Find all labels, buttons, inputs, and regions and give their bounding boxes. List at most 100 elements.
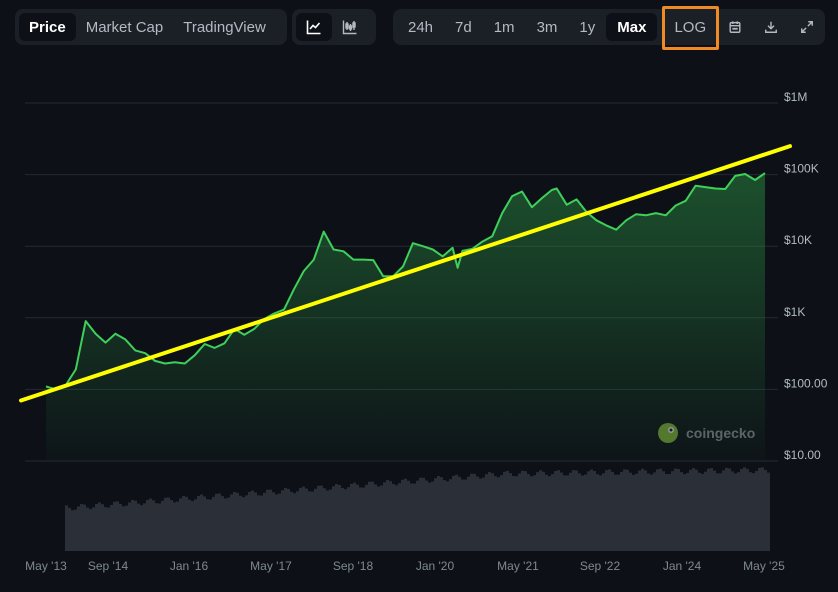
range-1y[interactable]: 1y <box>568 13 606 41</box>
y-axis-labels: $1M $100K $10K $1K $100.00 $10.00 <box>784 90 828 462</box>
volume-bar <box>368 481 371 551</box>
volume-bar <box>671 471 674 551</box>
volume-bar <box>371 481 374 551</box>
y-tick-label: $10K <box>784 233 812 247</box>
volume-bar <box>107 507 110 551</box>
volume-bar <box>650 474 653 551</box>
price-line <box>45 172 766 391</box>
volume-bar <box>680 472 683 551</box>
volume-bar <box>584 474 587 551</box>
volume-bar <box>215 493 218 551</box>
x-tick-label: Jan '20 <box>416 559 455 573</box>
volume-bar <box>467 476 470 551</box>
volume-bar <box>377 486 380 551</box>
volume-bar <box>392 484 395 551</box>
y-tick-label: $100.00 <box>784 376 828 390</box>
volume-bar <box>533 475 536 551</box>
volume-bar <box>290 491 293 551</box>
range-7d[interactable]: 7d <box>444 13 483 41</box>
volume-bar <box>617 474 620 551</box>
volume-bar <box>389 481 392 551</box>
volume-bar <box>455 474 458 551</box>
volume-bar <box>440 477 443 551</box>
volume-bar <box>590 469 593 551</box>
volume-bar <box>515 476 518 551</box>
volume-bar <box>581 475 584 551</box>
volume-bar <box>65 505 68 551</box>
volume-bar <box>254 492 257 551</box>
volume-bar <box>125 505 128 551</box>
x-tick-label: Sep '14 <box>88 559 129 573</box>
volume-bar <box>296 491 299 551</box>
volume-bar <box>485 474 488 551</box>
range-3m[interactable]: 3m <box>526 13 569 41</box>
volume-bar <box>83 504 86 551</box>
volume-bar <box>422 477 425 551</box>
volume-bar <box>578 473 581 551</box>
tab-tradingview[interactable]: TradingView <box>173 13 276 41</box>
volume-bar <box>143 503 146 551</box>
volume-bar <box>197 495 200 551</box>
range-toolbar: 24h 7d 1m 3m 1y Max LOG <box>393 9 825 45</box>
volume-bar <box>98 502 101 551</box>
volume-bar <box>593 471 596 551</box>
volume-bar <box>437 476 440 551</box>
volume-bar <box>629 472 632 551</box>
range-1m[interactable]: 1m <box>483 13 526 41</box>
calendar-icon[interactable] <box>717 13 753 41</box>
volume-bar <box>245 495 248 551</box>
tab-market-cap[interactable]: Market Cap <box>76 13 174 41</box>
volume-bar <box>686 472 689 551</box>
volume-bar <box>293 493 296 551</box>
volume-bar <box>92 507 95 551</box>
volume-bar <box>560 472 563 551</box>
tab-price[interactable]: Price <box>19 13 76 41</box>
volume-bar <box>359 487 362 551</box>
volume-bar <box>692 468 695 551</box>
volume-bar <box>182 495 185 551</box>
volume-bar <box>251 490 254 551</box>
volume-bar <box>203 496 206 551</box>
x-tick-label: Sep '22 <box>580 559 621 573</box>
volume-bar <box>338 485 341 551</box>
volume-bar <box>746 469 749 551</box>
volume-bar <box>458 476 461 551</box>
volume-bar <box>659 468 662 551</box>
volume-bar <box>635 473 638 551</box>
fullscreen-icon[interactable] <box>789 13 825 41</box>
volume-bar <box>527 474 530 551</box>
volume-bar <box>278 493 281 551</box>
volume-bar <box>89 509 92 551</box>
range-24h[interactable]: 24h <box>397 13 444 41</box>
volume-bar <box>602 473 605 551</box>
volume-bar <box>734 473 737 551</box>
volume-bar <box>260 495 263 551</box>
volume-bar <box>194 499 197 551</box>
volume-bar <box>398 483 401 551</box>
volume-bar <box>494 476 497 551</box>
volume-bar <box>224 498 227 551</box>
volume-bar <box>491 473 494 551</box>
x-tick-label: Jan '24 <box>663 559 702 573</box>
view-tabs: Price Market Cap TradingView <box>15 9 287 45</box>
range-max[interactable]: Max <box>606 13 658 41</box>
volume-bar <box>308 491 311 551</box>
volume-bar <box>275 494 278 551</box>
volume-bar <box>587 471 590 551</box>
volume-bar <box>350 483 353 551</box>
volume-bar <box>653 472 656 551</box>
y-tick-label: $1K <box>784 305 805 319</box>
candlestick-chart-icon[interactable] <box>332 13 368 41</box>
volume-bar <box>656 469 659 551</box>
download-icon[interactable] <box>753 13 789 41</box>
volume-bar <box>548 476 551 551</box>
line-chart-icon[interactable] <box>296 13 332 41</box>
volume-bar <box>620 471 623 551</box>
volume-bar <box>191 501 194 551</box>
volume-bar <box>707 468 710 551</box>
volume-bar <box>743 467 746 551</box>
volume-bar <box>509 473 512 551</box>
volume-bar <box>356 484 359 551</box>
volume-bar <box>95 503 98 551</box>
volume-bar <box>425 480 428 551</box>
